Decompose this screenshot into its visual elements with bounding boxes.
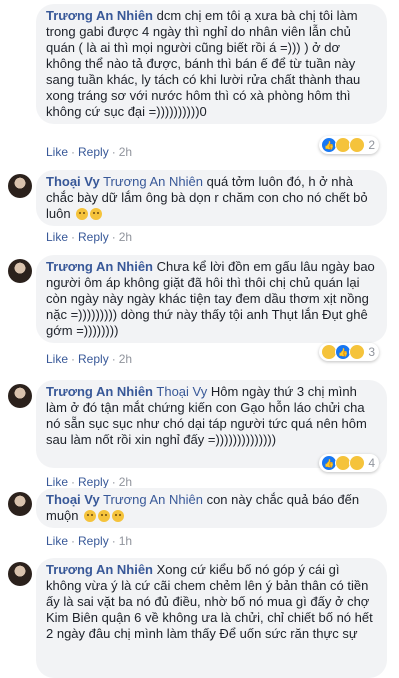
timestamp[interactable]: 2h: [119, 230, 132, 244]
comment-author[interactable]: Trương An Nhiên: [46, 259, 153, 274]
comment-bubble: Thoại Vy Trương An Nhiên con này chắc qu…: [36, 488, 387, 528]
comment-actions: Like · Reply · 2h: [46, 145, 132, 159]
timestamp[interactable]: 2h: [119, 352, 132, 366]
comment-author[interactable]: Thoại Vy: [46, 492, 100, 507]
avatar[interactable]: [8, 492, 32, 516]
sad-reaction-icon: [349, 455, 366, 471]
comment-bubble: Trương An Nhiên Chưa kể lời đồn em gấu l…: [36, 255, 387, 343]
separator: ·: [111, 230, 116, 244]
avatar[interactable]: [8, 174, 32, 198]
sad-emoji-icon: [84, 510, 97, 522]
avatar[interactable]: [8, 562, 32, 586]
comment-actions: Like · Reply · 1h: [46, 534, 132, 548]
comment: Thoại Vy Trương An Nhiên quá tởm luôn đó…: [0, 170, 399, 250]
timestamp[interactable]: 2h: [119, 475, 132, 489]
comment: Trương An Nhiên Chưa kể lời đồn em gấu l…: [0, 255, 399, 370]
comment-text: dcm chị em tôi ạ xưa bà chị tôi làm tron…: [46, 8, 361, 119]
mentioned-user[interactable]: Thoại Vy: [156, 384, 207, 399]
sad-emoji-icon: [98, 510, 111, 522]
separator: ·: [71, 475, 76, 489]
sad-reaction-icon: [349, 344, 366, 360]
sad-emoji-icon: [112, 510, 125, 522]
reaction-count: 4: [368, 456, 375, 470]
reply-link[interactable]: Reply: [78, 534, 109, 548]
mentioned-user[interactable]: Trương An Nhiên: [103, 174, 203, 189]
reply-link[interactable]: Reply: [78, 145, 109, 159]
reaction-count: 3: [368, 345, 375, 359]
separator: ·: [111, 145, 116, 159]
comment-bubble: Thoại Vy Trương An Nhiên quá tởm luôn đó…: [36, 170, 387, 226]
separator: ·: [71, 230, 76, 244]
like-link[interactable]: Like: [46, 352, 68, 366]
separator: ·: [71, 145, 76, 159]
comment-bubble: Trương An Nhiên dcm chị em tôi ạ xưa bà …: [36, 4, 387, 124]
sad-emoji-icon: [90, 208, 103, 220]
avatar[interactable]: [8, 384, 32, 408]
separator: ·: [111, 352, 116, 366]
comment: Trương An Nhiên dcm chị em tôi ạ xưa bà …: [0, 0, 399, 160]
reactions-summary[interactable]: 👍 2: [319, 136, 379, 154]
separator: ·: [71, 352, 76, 366]
mentioned-user[interactable]: Trương An Nhiên: [103, 492, 203, 507]
like-link[interactable]: Like: [46, 230, 68, 244]
sad-emoji-icon: [76, 208, 89, 220]
timestamp[interactable]: 2h: [119, 145, 132, 159]
comment-actions: Like · Reply · 2h: [46, 352, 132, 366]
reactions-summary[interactable]: 👍 4: [319, 454, 379, 472]
like-link[interactable]: Like: [46, 534, 68, 548]
comment-actions: Like · Reply · 2h: [46, 230, 132, 244]
reply-link[interactable]: Reply: [78, 230, 109, 244]
like-link[interactable]: Like: [46, 145, 68, 159]
comment-bubble: Trương An Nhiên Xong cứ kiểu bố nó góp ý…: [36, 558, 387, 678]
like-link[interactable]: Like: [46, 475, 68, 489]
avatar[interactable]: [8, 259, 32, 283]
comment-author[interactable]: Trương An Nhiên: [46, 562, 153, 577]
comment-author[interactable]: Trương An Nhiên: [46, 384, 153, 399]
sad-reaction-icon: [349, 137, 366, 153]
reactions-summary[interactable]: 👍 3: [319, 343, 379, 361]
comment: Trương An Nhiên Xong cứ kiểu bố nó góp ý…: [0, 558, 399, 678]
timestamp[interactable]: 1h: [119, 534, 132, 548]
reaction-count: 2: [368, 138, 375, 152]
reply-link[interactable]: Reply: [78, 352, 109, 366]
comment: Thoại Vy Trương An Nhiên con này chắc qu…: [0, 488, 399, 550]
comment-author[interactable]: Thoại Vy: [46, 174, 100, 189]
comment-author[interactable]: Trương An Nhiên: [46, 8, 153, 23]
separator: ·: [111, 475, 116, 489]
reply-link[interactable]: Reply: [78, 475, 109, 489]
comment-actions: Like · Reply · 2h: [46, 475, 132, 489]
comment: Trương An Nhiên Thoại Vy Hôm ngày thứ 3 …: [0, 380, 399, 490]
separator: ·: [71, 534, 76, 548]
separator: ·: [111, 534, 116, 548]
